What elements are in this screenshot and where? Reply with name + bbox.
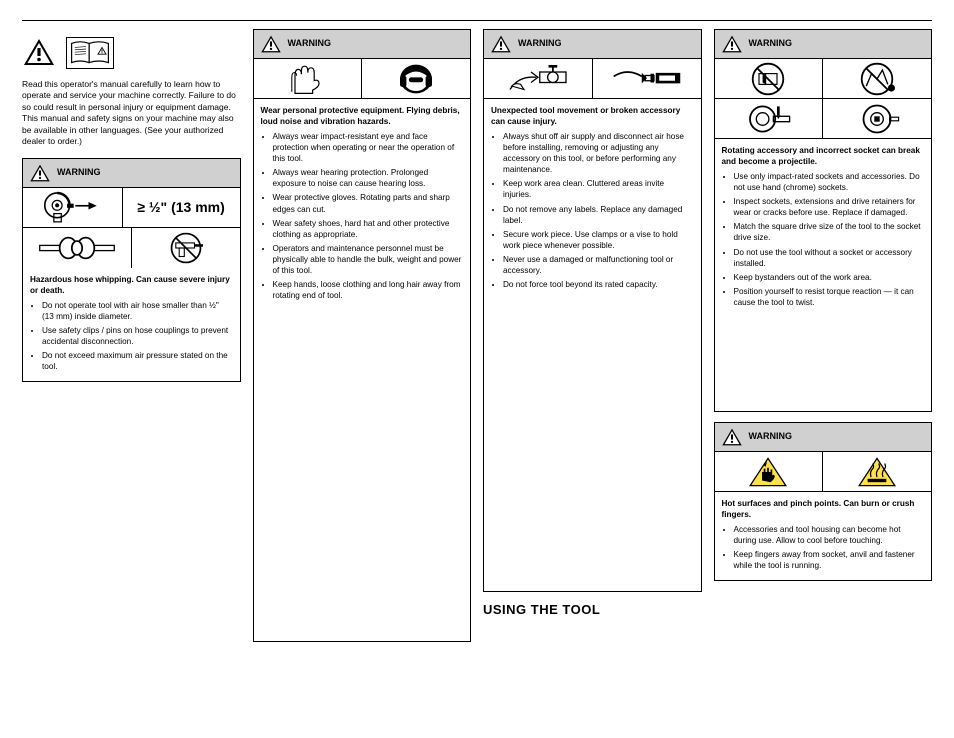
warning-header-hot-pinch: WARNING	[715, 423, 932, 452]
warning-triangle-icon	[22, 37, 56, 67]
column-1: Read this operator's manual carefully to…	[22, 29, 241, 642]
head-eye-ear-protection-icon	[362, 59, 470, 99]
warning-body-sockets: Rotating accessory and incorrect socket …	[715, 139, 932, 411]
column-2: WARNING	[253, 29, 472, 642]
warning-header-ppe: WARNING	[254, 30, 471, 59]
warning-title: WARNING	[57, 167, 101, 179]
warning-body-hot-pinch: Hot surfaces and pinch points. Can burn …	[715, 492, 932, 580]
using-tool-heading: USING THE TOOL	[483, 602, 702, 619]
warning-body-disconnect: Unexpected tool movement or broken acces…	[484, 99, 701, 591]
warning-box-disconnect: WARNING	[483, 29, 702, 592]
shutoff-air-icon	[484, 59, 593, 99]
warning-body-hose: Hazardous hose whipping. Can cause sever…	[23, 268, 240, 382]
warning-triangle-icon	[29, 163, 51, 183]
gloves-icon	[254, 59, 363, 99]
disconnect-hose-icon	[593, 59, 701, 99]
hog-ring-retainer-icon	[823, 99, 931, 139]
column-3: WARNING	[483, 29, 702, 642]
warning-box-hose: WARNING	[22, 158, 241, 383]
intro-text: Read this operator's manual carefully to…	[22, 79, 241, 148]
warning-title: WARNING	[749, 38, 793, 50]
warning-box-hot-pinch: WARNING	[714, 422, 933, 581]
column-4: WARNING	[714, 29, 933, 642]
no-pressure-trigger-icon	[132, 228, 240, 268]
warning-box-ppe: WARNING	[253, 29, 472, 642]
warning-triangle-icon	[721, 427, 743, 447]
warning-header-disconnect: WARNING	[484, 30, 701, 59]
warning-body-ppe: Wear personal protective equipment. Flyi…	[254, 99, 471, 641]
no-chrome-socket-icon	[715, 59, 824, 99]
warning-title: WARNING	[518, 38, 562, 50]
warning-header-hose: WARNING	[23, 159, 240, 188]
hot-surface-icon	[823, 452, 931, 492]
warning-title: WARNING	[749, 431, 793, 443]
pin-ring-retainer-icon	[715, 99, 824, 139]
spec-text: ≥ ½" (13 mm)	[123, 188, 240, 228]
hose-clip-icon	[23, 228, 132, 268]
impact-wrench-icon	[23, 188, 123, 228]
warning-triangle-icon	[260, 34, 282, 54]
warning-triangle-icon	[490, 34, 512, 54]
warning-box-sockets: WARNING	[714, 29, 933, 412]
warning-title: WARNING	[288, 38, 332, 50]
read-manual-row	[22, 37, 241, 69]
warning-header-sockets: WARNING	[715, 30, 932, 59]
warning-triangle-icon	[721, 34, 743, 54]
read-manual-icon	[66, 37, 114, 69]
hand-injury-icon	[715, 452, 824, 492]
no-worn-socket-icon	[823, 59, 931, 99]
